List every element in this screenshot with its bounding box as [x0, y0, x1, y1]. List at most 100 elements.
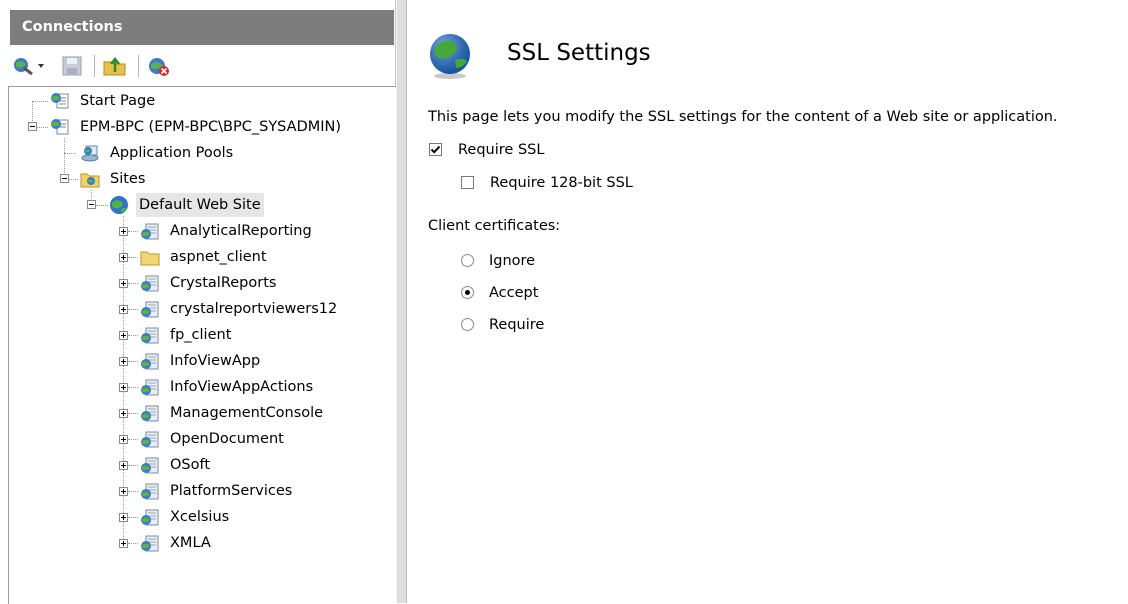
require-128bit-label[interactable]: Require 128-bit SSL	[490, 175, 633, 191]
require-ssl-checkbox[interactable]	[429, 143, 442, 156]
accept-label[interactable]: Accept	[489, 285, 538, 301]
tree-item-label: ManagementConsole	[170, 405, 324, 421]
page-title: SSL Settings	[507, 40, 651, 66]
connect-dropdown-icon[interactable]	[12, 55, 48, 77]
up-folder-icon[interactable]	[102, 55, 128, 77]
ignore-label[interactable]: Ignore	[489, 253, 535, 269]
require-radio[interactable]	[461, 318, 474, 331]
tree-item-application-pools[interactable]: Application Pools	[80, 141, 280, 165]
application-icon	[141, 275, 159, 292]
tree-item-xmla[interactable]: XMLA	[140, 531, 380, 555]
tree-line	[128, 491, 138, 493]
tree-item-crystalreportviewers12[interactable]: crystalreportviewers12	[140, 297, 380, 321]
application-icon	[141, 431, 159, 448]
tree-item-fp-client[interactable]: fp_client	[140, 323, 380, 347]
tree-item-crystalreports[interactable]: CrystalReports	[140, 271, 380, 295]
tree-item-label: OSoft	[170, 457, 211, 473]
application-icon	[141, 457, 159, 474]
page-description: This page lets you modify the SSL settin…	[428, 109, 1058, 125]
tree-item-platformservices[interactable]: PlatformServices	[140, 479, 380, 503]
collapse-toggle[interactable]	[87, 200, 96, 209]
application-icon	[141, 327, 159, 344]
save-icon[interactable]	[60, 55, 84, 77]
collapse-toggle[interactable]	[28, 122, 37, 131]
tree-line	[128, 309, 138, 311]
application-icon	[141, 379, 159, 396]
expand-toggle[interactable]	[119, 357, 128, 366]
panel-splitter[interactable]	[396, 0, 407, 603]
tree-item-label: EPM-BPC (EPM-BPC\BPC_SYSADMIN)	[80, 119, 342, 135]
tree-item-analyticalreporting[interactable]: AnalyticalReporting	[140, 219, 380, 243]
tree-item-osoft[interactable]: OSoft	[140, 453, 380, 477]
tree-line	[96, 205, 108, 207]
expand-toggle[interactable]	[119, 487, 128, 496]
tree-line	[64, 138, 66, 179]
toolbar-separator	[94, 55, 95, 77]
application-icon	[141, 483, 159, 500]
expand-toggle[interactable]	[119, 227, 128, 236]
client-certificates-label: Client certificates:	[428, 218, 561, 234]
tree-line	[128, 257, 138, 259]
connections-toolbar	[10, 47, 394, 87]
tree-item-managementconsole[interactable]: ManagementConsole	[140, 401, 380, 425]
tree-item-server[interactable]: EPM-BPC (EPM-BPC\BPC_SYSADMIN)	[50, 115, 380, 139]
tree-line	[128, 465, 138, 467]
tree-item-label: InfoViewApp	[170, 353, 261, 369]
expand-toggle[interactable]	[119, 435, 128, 444]
tree-item-infoviewappactions[interactable]: InfoViewAppActions	[140, 375, 380, 399]
tree-item-label: OpenDocument	[170, 431, 284, 447]
tree-item-opendocument[interactable]: OpenDocument	[140, 427, 380, 451]
tree-line	[128, 361, 138, 363]
expand-toggle[interactable]	[119, 539, 128, 548]
tree-item-label: Start Page	[80, 93, 156, 109]
tree-item-label: Default Web Site	[136, 193, 264, 217]
tree-item-xcelsius[interactable]: Xcelsius	[140, 505, 380, 529]
checkmark-icon	[430, 145, 441, 154]
toolbar-separator	[138, 55, 139, 77]
ssl-settings-panel: SSL Settings This page lets you modify t…	[407, 10, 1128, 603]
expand-toggle[interactable]	[119, 305, 128, 314]
tree-item-label: XMLA	[170, 535, 211, 551]
application-icon	[141, 535, 159, 552]
tree-item-label: Application Pools	[110, 145, 234, 161]
tree-item-label: CrystalReports	[170, 275, 277, 291]
application-icon	[141, 509, 159, 526]
tree-line	[128, 231, 138, 233]
tree-item-default-web-site[interactable]: Default Web Site	[108, 193, 308, 217]
expand-toggle[interactable]	[119, 279, 128, 288]
tree-line	[128, 283, 138, 285]
application-icon	[141, 223, 159, 240]
application-icon	[141, 405, 159, 422]
application-icon	[141, 353, 159, 370]
accept-radio[interactable]	[461, 286, 474, 299]
expand-toggle[interactable]	[119, 383, 128, 392]
folder-icon	[140, 251, 160, 266]
disconnect-icon[interactable]	[146, 55, 172, 77]
expand-toggle[interactable]	[119, 331, 128, 340]
expand-toggle[interactable]	[119, 461, 128, 470]
require-ssl-label[interactable]: Require SSL	[458, 142, 544, 158]
require-label[interactable]: Require	[489, 317, 544, 333]
application-pools-icon	[81, 145, 99, 162]
collapse-toggle[interactable]	[60, 174, 69, 183]
tree-item-infoviewapp[interactable]: InfoViewApp	[140, 349, 380, 373]
tree-item-start-page[interactable]: Start Page	[50, 89, 250, 113]
tree-item-label: crystalreportviewers12	[170, 301, 338, 317]
globe-icon	[110, 196, 128, 214]
expand-toggle[interactable]	[119, 409, 128, 418]
tree-item-aspnet-client[interactable]: aspnet_client	[140, 245, 380, 269]
expand-toggle[interactable]	[119, 513, 128, 522]
tree-item-label: Sites	[110, 171, 146, 187]
connections-header: Connections	[10, 10, 394, 45]
tree-item-label: AnalyticalReporting	[170, 223, 312, 239]
ignore-radio[interactable]	[461, 254, 474, 267]
tree-line	[128, 413, 138, 415]
tree-line	[128, 387, 138, 389]
tree-item-label: Xcelsius	[170, 509, 230, 525]
sites-folder-icon	[80, 173, 100, 188]
tree-item-label: PlatformServices	[170, 483, 293, 499]
require-128bit-checkbox[interactable]	[461, 176, 474, 189]
expand-toggle[interactable]	[119, 253, 128, 262]
tree-line	[128, 517, 138, 519]
tree-item-sites[interactable]: Sites	[80, 167, 280, 191]
